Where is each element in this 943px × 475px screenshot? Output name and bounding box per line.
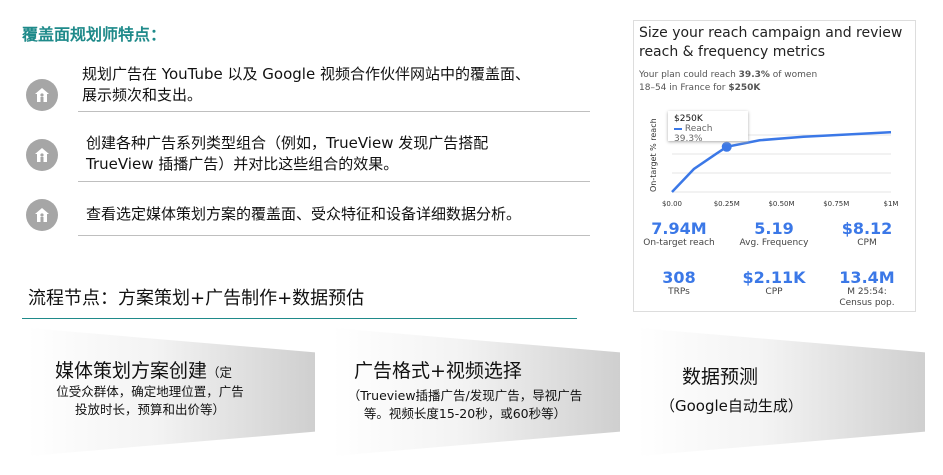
reach-planner-card: Size your reach campaign and review reac…	[633, 20, 916, 312]
stat-label: CPM	[857, 238, 877, 248]
y-axis-label: On-target % reach	[649, 118, 658, 192]
stat-label: M 25:54: Census pop.	[839, 287, 895, 308]
flow-heading: 流程节点：方案策划+广告制作+数据预估	[28, 288, 365, 309]
step-1-text: 媒体策划方案创建（定 位受众群体，确定地理位置，广告投放时长，预算和出价等）	[55, 360, 244, 417]
x-tick-label: $0.50M	[768, 200, 794, 208]
chart-tooltip: $250K Reach 39.3%	[668, 111, 748, 144]
stat-value: 13.4M	[839, 268, 895, 287]
stat-2: $8.12 CPM	[822, 219, 912, 249]
home-user-icon	[26, 199, 58, 231]
step-3-text: 数据预测 （Google自动生成）	[660, 366, 803, 415]
home-user-icon	[26, 139, 58, 171]
stat-value: $8.12	[841, 219, 893, 238]
home-user-icon	[26, 79, 58, 111]
x-tick-label: $1M	[884, 200, 899, 208]
x-tick-label: $0.25M	[714, 200, 740, 208]
stat-4: $2.11K CPP	[729, 268, 819, 298]
stat-label: Avg. Frequency	[739, 238, 809, 248]
feature-text-3: 查看选定媒体策划方案的覆盖面、受众特征和设备详细数据分析。	[86, 205, 522, 223]
stat-label: TRPs	[668, 287, 690, 297]
step-2-text: 广告格式+视频选择 （Trueview插播广告/发现广告，导视广告等。视频长度1…	[347, 360, 583, 421]
stat-value: 5.19	[754, 219, 794, 238]
stat-5: 13.4M M 25:54: Census pop.	[822, 268, 912, 309]
x-tick-label: $0.00	[662, 200, 682, 208]
flow-underline	[22, 318, 577, 319]
divider	[78, 181, 590, 182]
stat-1: 5.19 Avg. Frequency	[729, 219, 819, 249]
card-description: Your plan could reach 39.3% of women 18–…	[639, 70, 818, 93]
stat-value: 308	[662, 268, 696, 287]
x-tick-label: $0.75M	[823, 200, 849, 208]
stat-label: On-target reach	[643, 238, 715, 248]
feature-text-2: 创建各种广告系列类型组合（例如，TrueView 发现广告搭配 TrueView …	[86, 134, 489, 173]
tooltip-title: $250K	[674, 114, 703, 124]
stat-value: 7.94M	[651, 219, 707, 238]
card-heading: Size your reach campaign and review reac…	[639, 25, 903, 60]
divider	[78, 235, 590, 236]
stat-0: 7.94M On-target reach	[634, 219, 724, 249]
stat-value: $2.11K	[742, 268, 806, 287]
stat-label: CPP	[765, 287, 783, 297]
section-title: 覆盖面规划师特点：	[22, 25, 167, 44]
feature-text-1: 规划广告在 YouTube 以及 Google 视频合作伙伴网站中的覆盖面、 展示…	[82, 65, 530, 104]
stat-3: 308 TRPs	[634, 268, 724, 298]
divider	[78, 111, 590, 112]
